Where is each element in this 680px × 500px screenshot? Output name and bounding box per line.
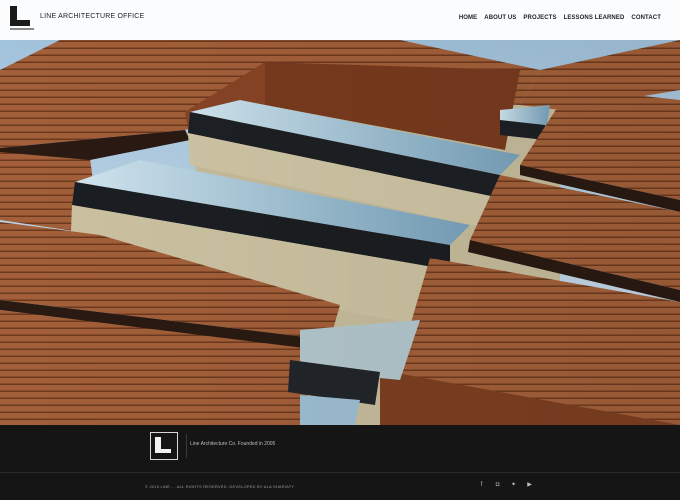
video-icon[interactable]: ▶ [526, 482, 533, 489]
footer-tagline: Line Architecture Co. Founded in 2005 [190, 441, 276, 447]
instagram-icon[interactable]: ◘ [494, 482, 501, 489]
site-footer: Line Architecture Co. Founded in 2005 © … [0, 425, 680, 500]
twitter-icon[interactable]: ✦ [510, 482, 517, 489]
copyright-text: © 2015 LINE - . ALL RIGHTS RESERVED. DEV… [145, 484, 295, 489]
brand-name[interactable]: LINE ARCHITECTURE OFFICE [40, 13, 144, 20]
nav-about-us[interactable]: ABOUT US [484, 15, 516, 21]
site-header: LINE ARCHITECTURE OFFICE HOME ABOUT US P… [0, 0, 680, 40]
nav-lessons-learned[interactable]: LESSONS LEARNED [564, 15, 625, 21]
page: LINE ARCHITECTURE OFFICE HOME ABOUT US P… [0, 0, 680, 500]
nav-home[interactable]: HOME [459, 15, 477, 21]
facebook-icon[interactable]: f [478, 482, 485, 489]
main-nav: HOME ABOUT US PROJECTS LESSONS LEARNED C… [459, 15, 661, 21]
social-links: f ◘ ✦ ▶ [478, 482, 533, 489]
footer-logo-icon [150, 432, 178, 460]
hero-image [0, 0, 680, 425]
building-facade-illustration [0, 0, 680, 425]
footer-top: Line Architecture Co. Founded in 2005 [0, 425, 680, 473]
nav-contact[interactable]: CONTACT [631, 15, 661, 21]
logo-icon[interactable] [10, 6, 34, 32]
nav-projects[interactable]: PROJECTS [523, 15, 556, 21]
footer-divider [186, 434, 187, 458]
